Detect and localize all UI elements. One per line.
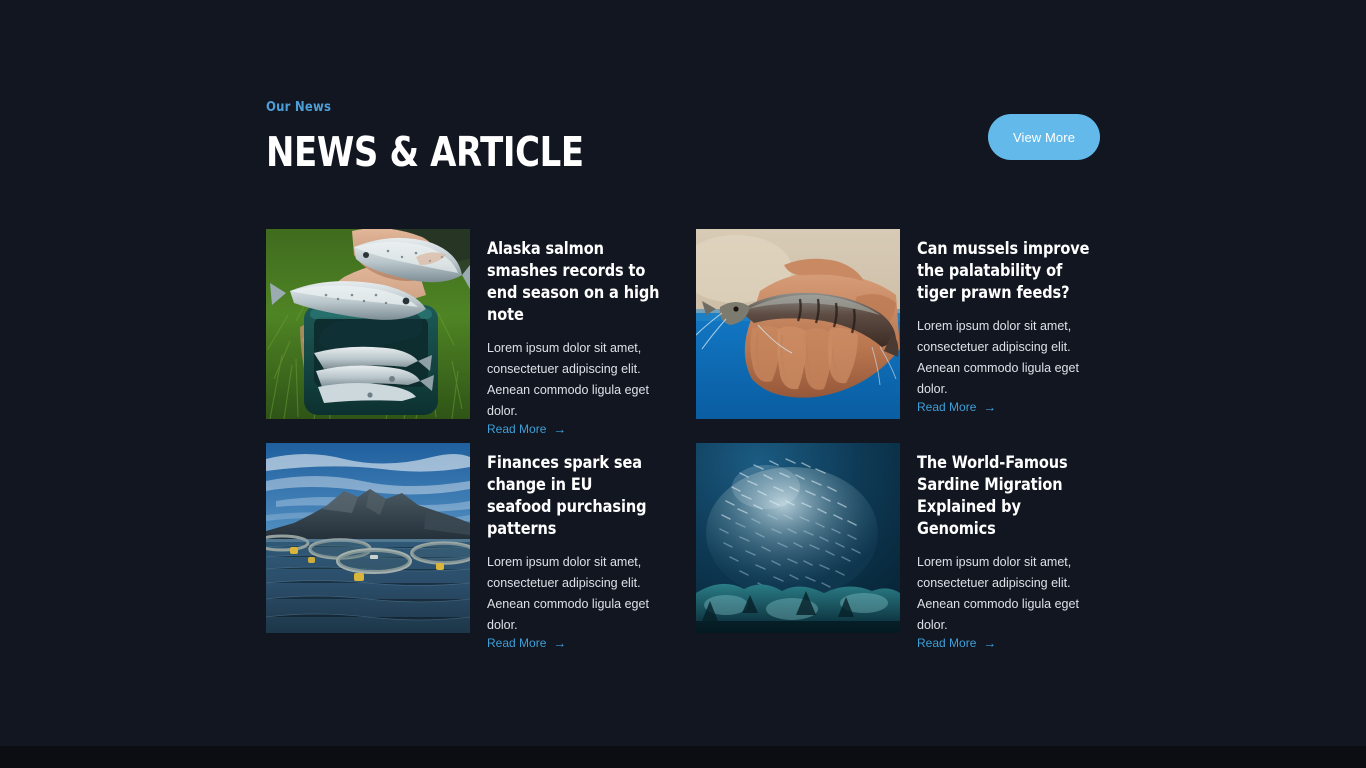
trout-photo-illustration (266, 229, 470, 419)
news-card-body: The World-Famous Sardine Migration Expla… (917, 443, 1100, 664)
news-card-image-fish-farm (266, 443, 470, 633)
sardine-bait-ball-illustration (696, 443, 900, 633)
footer-strip (0, 746, 1366, 768)
news-card-title: Alaska salmon smashes records to end sea… (487, 239, 660, 325)
arrow-right-icon: → (983, 635, 997, 650)
view-more-button[interactable]: View More (988, 114, 1100, 160)
arrow-right-icon: → (553, 421, 567, 436)
fish-farm-photo-illustration (266, 443, 470, 633)
news-card-image-sardines (696, 443, 900, 633)
prawn-photo-illustration (696, 229, 900, 419)
news-card-excerpt: Lorem ipsum dolor sit amet, consectetuer… (487, 341, 649, 418)
read-more-link[interactable]: Read More → (917, 636, 996, 650)
news-card-body: Finances spark sea change in EU seafood … (487, 443, 670, 664)
read-more-label: Read More (487, 422, 547, 436)
read-more-label: Read More (487, 636, 547, 650)
arrow-right-icon: → (553, 635, 567, 650)
news-card-body: Can mussels improve the palatability of … (917, 229, 1100, 428)
arrow-right-icon: → (983, 399, 997, 414)
news-card-excerpt: Lorem ipsum dolor sit amet, consectetuer… (917, 555, 1079, 632)
news-card[interactable]: Alaska salmon smashes records to end sea… (266, 229, 670, 436)
news-card-excerpt: Lorem ipsum dolor sit amet, consectetuer… (487, 555, 649, 632)
news-card-excerpt: Lorem ipsum dolor sit amet, consectetuer… (917, 319, 1079, 396)
news-card[interactable]: The World-Famous Sardine Migration Expla… (696, 443, 1100, 650)
read-more-label: Read More (917, 636, 977, 650)
read-more-link[interactable]: Read More → (917, 400, 996, 414)
read-more-link[interactable]: Read More → (487, 636, 566, 650)
section-header: Our News NEWS & ARTICLE View More (266, 0, 1100, 200)
news-card-body: Alaska salmon smashes records to end sea… (487, 229, 670, 450)
news-card[interactable]: Finances spark sea change in EU seafood … (266, 443, 670, 650)
page-title: NEWS & ARTICLE (266, 128, 584, 176)
news-card-grid: Alaska salmon smashes records to end sea… (266, 229, 1100, 650)
news-article-section: Our News NEWS & ARTICLE View More Alaska… (0, 0, 1366, 768)
view-more-label: View More (1012, 129, 1076, 145)
read-more-label: Read More (917, 400, 977, 414)
read-more-link[interactable]: Read More → (487, 422, 566, 436)
news-card[interactable]: Can mussels improve the palatability of … (696, 229, 1100, 419)
news-card-image-prawn (696, 229, 900, 419)
news-card-title: The World-Famous Sardine Migration Expla… (917, 453, 1068, 539)
content-container: Our News NEWS & ARTICLE View More Alaska… (266, 0, 1100, 650)
news-card-title: Can mussels improve the palatability of … (917, 239, 1090, 303)
news-card-image-trout (266, 229, 470, 419)
news-card-title: Finances spark sea change in EU seafood … (487, 453, 647, 539)
section-eyebrow: Our News (266, 100, 332, 115)
